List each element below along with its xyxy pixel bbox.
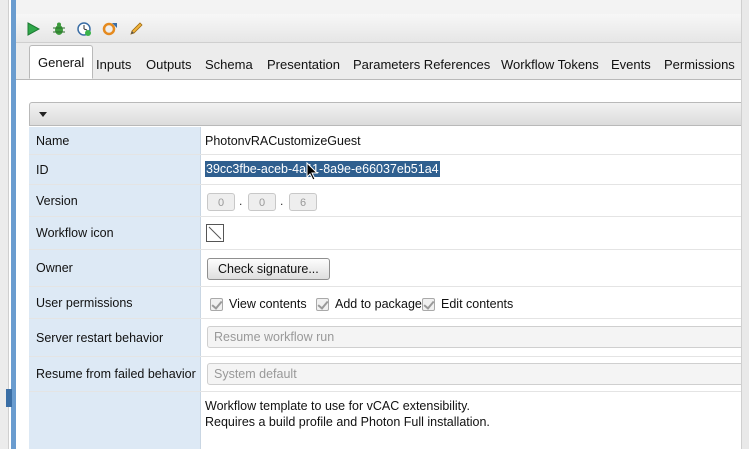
tab-events[interactable]: Events: [603, 53, 659, 77]
version-row: Version 0 . 0 . 6: [29, 185, 749, 217]
properties-grid: Name PhotonvRACustomizeGuest ID 39cc3fbe…: [29, 127, 749, 449]
tab-presentation[interactable]: Presentation: [259, 53, 348, 77]
collapse-caret-icon[interactable]: [39, 112, 47, 117]
version-major-field[interactable]: 0: [207, 193, 235, 211]
tab-workflow-tokens[interactable]: Workflow Tokens: [493, 53, 607, 77]
workflow-editor: General Inputs Outputs Schema Presentati…: [16, 0, 749, 449]
left-panel-edge: [0, 0, 9, 449]
owner-label: Owner: [29, 250, 201, 286]
id-row: ID 39cc3fbe-aceb-4a11-8a9e-e66037eb51a4: [29, 155, 749, 185]
check-signature-button[interactable]: Check signature...: [207, 258, 330, 280]
mouse-pointer-icon: [306, 162, 319, 181]
workflow-icon-picker[interactable]: [206, 224, 224, 242]
window-right-edge: [741, 0, 749, 449]
run-icon: [27, 22, 40, 36]
workflow-icon-row: Workflow icon: [29, 217, 749, 250]
edit-icon: [130, 22, 143, 35]
resume-failed-label: Resume from failed behavior: [29, 357, 201, 391]
tab-parameters-references[interactable]: Parameters References: [345, 53, 498, 77]
edit-contents-label: Edit contents: [441, 297, 514, 311]
toolbar: [16, 14, 749, 43]
name-value[interactable]: PhotonvRACustomizeGuest: [205, 127, 361, 154]
tab-permissions[interactable]: Permissions: [656, 53, 743, 77]
version-patch-field[interactable]: 6: [289, 193, 317, 211]
version-separator: .: [280, 194, 284, 208]
resume-failed-row: Resume from failed behavior System defau…: [29, 357, 749, 392]
view-contents-label: View contents: [229, 297, 307, 311]
name-label: Name: [29, 127, 201, 154]
debug-button[interactable]: [50, 20, 68, 38]
tab-general[interactable]: General: [29, 45, 94, 79]
server-restart-label: Server restart behavior: [29, 319, 201, 356]
user-permissions-label: User permissions: [29, 287, 201, 318]
description-label: [29, 392, 201, 449]
section-header[interactable]: [29, 102, 749, 126]
name-row: Name PhotonvRACustomizeGuest: [29, 127, 749, 155]
owner-row: Owner Check signature...: [29, 250, 749, 287]
resume-failed-select[interactable]: System default: [207, 363, 747, 385]
schedule-button[interactable]: [75, 20, 93, 38]
id-value[interactable]: 39cc3fbe-aceb-4a11-8a9e-e66037eb51a4: [205, 161, 440, 177]
view-contents-checkbox[interactable]: [210, 298, 223, 311]
general-panel: Name PhotonvRACustomizeGuest ID 39cc3fbe…: [16, 80, 749, 449]
tab-schema[interactable]: Schema: [197, 53, 261, 77]
description-text[interactable]: Workflow template to use for vCAC extens…: [205, 398, 490, 430]
version-minor-field[interactable]: 0: [248, 193, 276, 211]
validate-icon: [102, 22, 117, 36]
run-button[interactable]: [24, 20, 42, 38]
description-line-1: Workflow template to use for vCAC extens…: [205, 399, 470, 413]
server-restart-select[interactable]: Resume workflow run: [207, 326, 747, 348]
schedule-icon: [77, 22, 91, 36]
tab-inputs[interactable]: Inputs: [88, 53, 139, 77]
workflow-icon-label: Workflow icon: [29, 217, 201, 249]
version-separator: .: [239, 194, 243, 208]
add-to-package-checkbox[interactable]: [316, 298, 329, 311]
validate-button[interactable]: [101, 20, 119, 38]
edit-button[interactable]: [127, 20, 145, 38]
description-row: Workflow template to use for vCAC extens…: [29, 392, 749, 449]
description-line-2: Requires a build profile and Photon Full…: [205, 415, 490, 429]
id-label: ID: [29, 155, 201, 184]
debug-icon: [53, 22, 65, 35]
server-restart-row: Server restart behavior Resume workflow …: [29, 319, 749, 357]
version-label: Version: [29, 185, 201, 216]
edit-contents-checkbox[interactable]: [422, 298, 435, 311]
empty-image-icon: [208, 226, 222, 240]
user-permissions-row: User permissions View contents Add to pa…: [29, 287, 749, 319]
window: General Inputs Outputs Schema Presentati…: [0, 0, 749, 449]
selection-marker: [6, 389, 12, 407]
tab-outputs[interactable]: Outputs: [138, 53, 200, 77]
tab-bar: General Inputs Outputs Schema Presentati…: [16, 43, 749, 80]
add-to-package-label: Add to package: [335, 297, 422, 311]
